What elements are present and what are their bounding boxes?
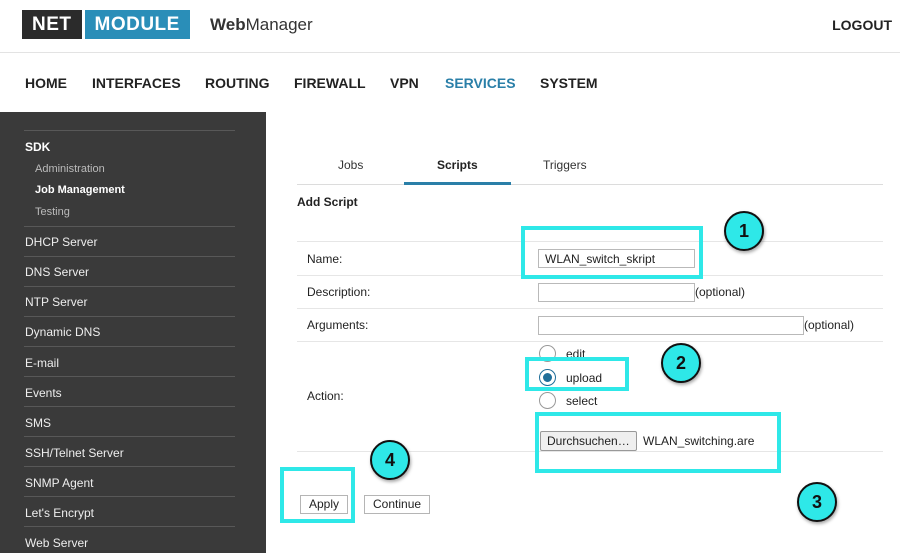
sidebar-item-ssh-telnet-server[interactable]: SSH/Telnet Server [25,446,124,460]
form-row-divider [297,308,883,309]
highlight-name-field [521,226,703,279]
tab-jobs[interactable]: Jobs [338,158,363,172]
annotation-badge-3: 3 [797,482,837,522]
logo-net: NET [22,10,82,39]
sidebar-divider [24,466,235,467]
name-label: Name: [307,252,343,266]
description-label: Description: [307,285,371,299]
nav-system[interactable]: SYSTEM [540,75,598,91]
sidebar-divider [24,316,235,317]
nav-routing[interactable]: ROUTING [205,75,270,91]
webmanager-app: NET MODULE WebManager LOGOUT HOME INTERF… [0,0,900,553]
sidebar-sub-administration[interactable]: Administration [35,163,105,175]
sidebar-item-email[interactable]: E-mail [25,356,59,370]
sidebar-item-ntp-server[interactable]: NTP Server [25,295,87,309]
nav-services[interactable]: SERVICES [445,75,516,91]
sidebar-item-dynamic-dns[interactable]: Dynamic DNS [25,325,100,339]
description-optional-hint: (optional) [695,285,746,299]
sidebar-item-sms[interactable]: SMS [25,416,51,430]
logout-link[interactable]: LOGOUT [832,17,892,33]
sidebar-divider [24,526,235,527]
sidebar-item-events[interactable]: Events [25,386,62,400]
sidebar-divider [24,436,235,437]
active-tab-indicator [404,182,511,185]
sidebar-divider [24,226,235,227]
description-input[interactable] [538,283,695,302]
form-row-divider [297,341,883,342]
sidebar-divider [24,346,235,347]
action-label: Action: [307,389,344,403]
sidebar-item-web-server[interactable]: Web Server [25,536,88,550]
highlight-apply-button [280,467,355,523]
brand-rest: Manager [245,15,313,34]
tab-scripts[interactable]: Scripts [437,158,478,172]
arguments-optional-hint: (optional) [804,318,855,332]
arguments-input[interactable] [538,316,804,335]
annotation-badge-1: 1 [724,211,764,251]
action-radio-select-label: select [566,394,598,408]
form-title: Add Script [297,195,358,209]
sidebar-section-sdk[interactable]: SDK [25,140,50,154]
nav-interfaces[interactable]: INTERFACES [92,75,181,91]
main-nav: HOME INTERFACES ROUTING FIREWALL VPN SER… [0,52,900,112]
nav-firewall[interactable]: FIREWALL [294,75,366,91]
sidebar-sub-job-management[interactable]: Job Management [35,184,125,196]
highlight-upload-option [525,357,629,391]
sidebar-divider [24,130,235,131]
sidebar-divider [24,496,235,497]
header: NET MODULE WebManager LOGOUT [0,0,900,52]
sidebar-divider [24,256,235,257]
sidebar-item-snmp-agent[interactable]: SNMP Agent [25,476,93,490]
tabs-divider [297,184,883,185]
sidebar-sub-testing[interactable]: Testing [35,206,70,218]
annotation-badge-2: 2 [661,343,701,383]
sidebar-item-dns-server[interactable]: DNS Server [25,265,89,279]
sidebar-item-dhcp-server[interactable]: DHCP Server [25,235,97,249]
brand-bold: Web [210,15,246,34]
sidebar-divider [24,286,235,287]
annotation-badge-4: 4 [370,440,410,480]
sidebar-item-lets-encrypt[interactable]: Let's Encrypt [25,506,94,520]
sidebar: SDK Administration Job Management Testin… [0,112,266,553]
nav-home[interactable]: HOME [25,75,67,91]
highlight-file-chooser [535,412,781,473]
logo-module: MODULE [84,10,190,39]
sidebar-divider [24,376,235,377]
netmodule-logo: NET MODULE [22,10,190,39]
sidebar-divider [24,406,235,407]
app-brand: WebManager [210,15,313,35]
tab-triggers[interactable]: Triggers [543,158,587,172]
action-radio-select[interactable] [539,392,556,409]
nav-vpn[interactable]: VPN [390,75,419,91]
arguments-label: Arguments: [307,318,369,332]
continue-button[interactable]: Continue [364,495,431,514]
